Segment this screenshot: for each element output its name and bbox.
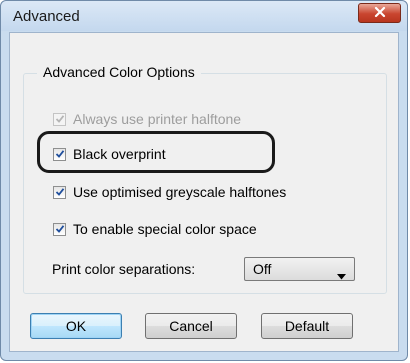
- chevron-down-icon: [337, 267, 346, 283]
- select-value: Off: [253, 261, 272, 277]
- cancel-button[interactable]: Cancel: [145, 313, 237, 339]
- title-bar[interactable]: Advanced: [1, 1, 407, 31]
- option-label: Use optimised greyscale halftones: [73, 184, 287, 200]
- default-button[interactable]: Default: [261, 313, 353, 339]
- print-color-separations-label: Print color separations:: [52, 261, 196, 277]
- option-label: To enable special color space: [73, 221, 257, 237]
- option-to-enable-special-color-space[interactable]: To enable special color space: [53, 220, 257, 238]
- option-use-optimised-greyscale-halftones[interactable]: Use optimised greyscale halftones: [53, 183, 286, 201]
- group-legend: Advanced Color Options: [37, 64, 201, 80]
- black-overprint-highlight: [37, 131, 275, 173]
- print-color-separations-select[interactable]: Off: [244, 257, 355, 281]
- dialog-title: Advanced: [13, 8, 80, 25]
- option-label: Always use printer halftone: [73, 111, 242, 127]
- checkmark-icon: [55, 225, 64, 233]
- close-icon: [374, 5, 386, 21]
- close-button[interactable]: [358, 3, 401, 23]
- checkmark-icon: [55, 115, 64, 123]
- ok-button[interactable]: OK: [30, 313, 122, 339]
- checkmark-icon: [55, 188, 64, 196]
- option-always-use-printer-halftone: Always use printer halftone: [53, 110, 241, 128]
- checkbox: [53, 112, 66, 126]
- checkbox[interactable]: [53, 185, 66, 199]
- checkbox[interactable]: [53, 222, 66, 236]
